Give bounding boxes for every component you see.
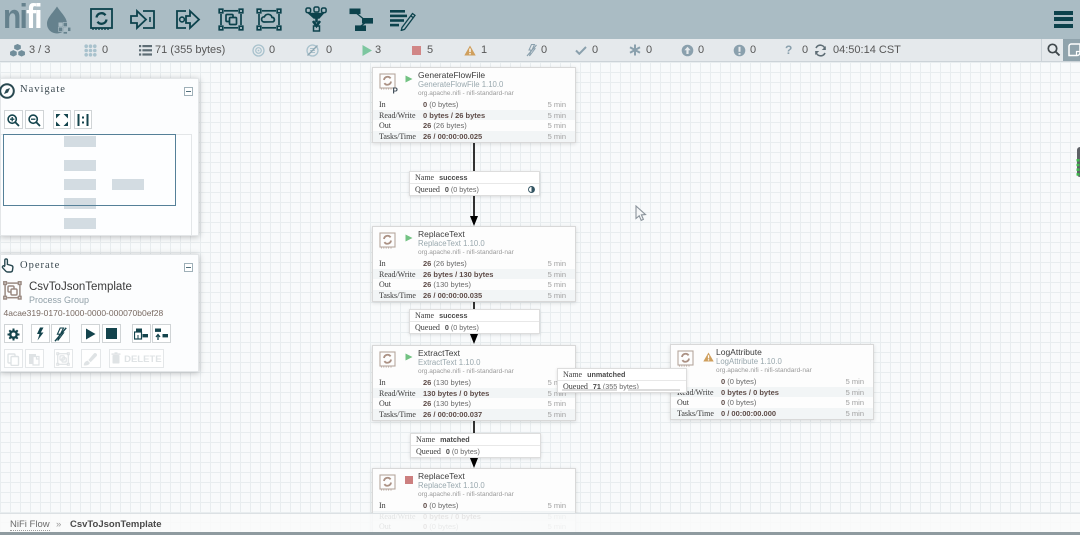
- svg-text:P: P: [393, 87, 399, 95]
